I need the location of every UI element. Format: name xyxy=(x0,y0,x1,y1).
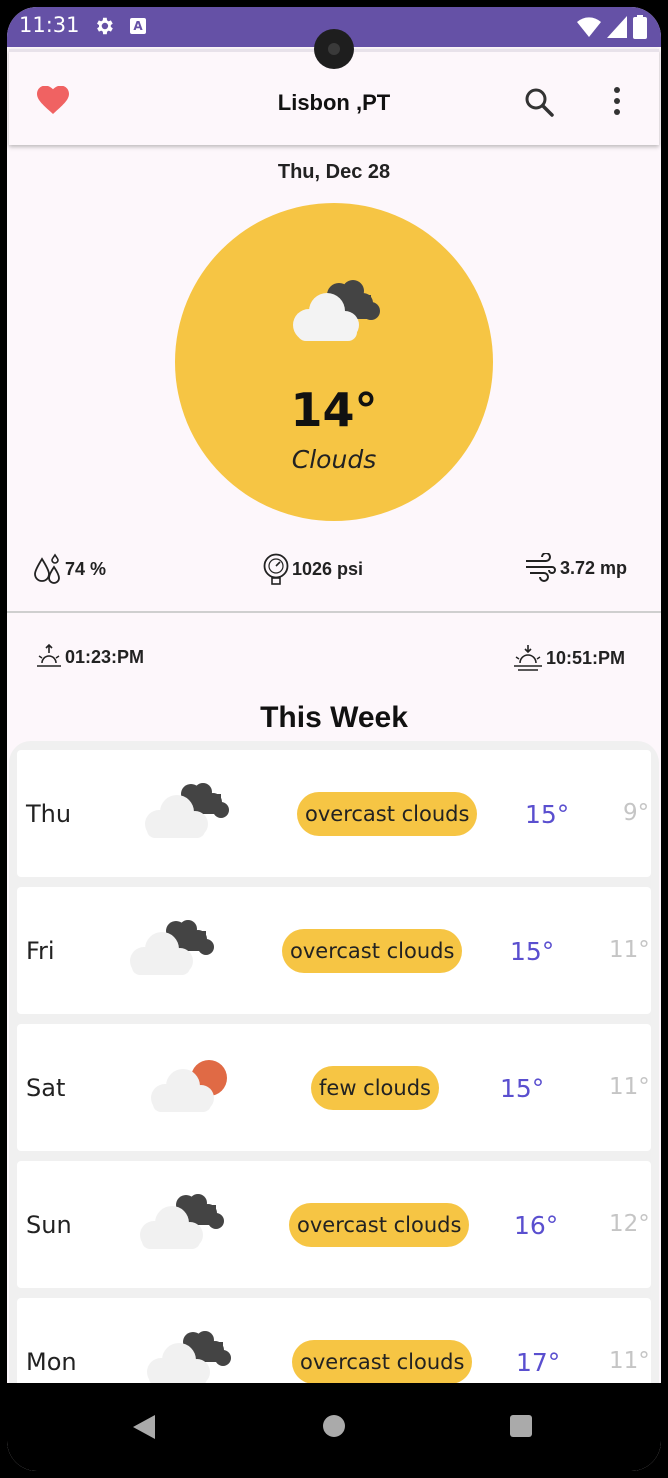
day-name: Sat xyxy=(26,1074,66,1102)
sunset-row: 10:51:PM xyxy=(512,643,625,673)
humidity-drops-icon xyxy=(34,553,60,584)
day-name: Thu xyxy=(26,800,72,828)
status-indicators xyxy=(577,15,647,39)
day-min-temp: 11° xyxy=(609,937,650,963)
overcast-clouds-icon xyxy=(293,280,380,341)
current-temperature: 14° xyxy=(290,383,378,437)
week-title: This Week xyxy=(260,701,408,734)
few-clouds-icon xyxy=(151,1060,227,1112)
overcast-clouds-icon xyxy=(145,783,229,838)
recents-square-icon[interactable] xyxy=(510,1415,532,1437)
accessibility-a-icon: A xyxy=(130,18,146,34)
overcast-clouds-icon xyxy=(140,1194,224,1249)
city-title: Lisbon ,PT xyxy=(277,90,391,115)
wind-value: 3.72 mp xyxy=(560,557,628,578)
more-vert-icon[interactable] xyxy=(609,86,625,116)
system-nav-bar xyxy=(7,1383,661,1471)
day-description-pill: overcast clouds xyxy=(292,1340,473,1384)
day-name: Sun xyxy=(26,1211,72,1239)
back-triangle-icon[interactable] xyxy=(131,1413,157,1441)
day-max-temp: 15° xyxy=(525,800,570,829)
pressure-value: 1026 psi xyxy=(292,558,364,579)
pressure-gauge-icon xyxy=(263,553,289,585)
wifi-icon xyxy=(577,17,601,37)
day-description-pill: overcast clouds xyxy=(289,1203,470,1247)
pressure-stat: 1026 psi xyxy=(262,553,363,585)
day-max-temp: 16° xyxy=(514,1211,559,1240)
wind-icon xyxy=(526,553,556,582)
current-date: Thu, Dec 28 xyxy=(277,161,391,183)
day-name: Mon xyxy=(26,1348,77,1376)
camera-cutout xyxy=(314,29,354,69)
sunset-time: 10:51:PM xyxy=(546,647,626,668)
sunrise-time: 01:23:PM xyxy=(65,646,145,667)
cell-signal-icon xyxy=(607,16,627,38)
forecast-day-card[interactable]: Fri overcast clouds 15° 11° xyxy=(17,887,651,1014)
humidity-stat: 74 % xyxy=(33,553,106,585)
forecast-day-card[interactable]: Sun overcast clouds 16° 12° xyxy=(17,1161,651,1288)
week-forecast-list[interactable]: Thu overcast clouds 15° 9° Fri overcast … xyxy=(9,741,659,1401)
forecast-day-card[interactable]: Sat few clouds 15° 11° xyxy=(17,1024,651,1151)
day-name: Fri xyxy=(26,937,55,965)
day-max-temp: 15° xyxy=(500,1074,545,1103)
sunrise-row: 01:23:PM xyxy=(35,643,144,671)
screen: 11:31 A Lisbon ,PT Thu, Dec 28 14° Cloud… xyxy=(7,7,661,1471)
status-time: 11:31 xyxy=(19,13,80,37)
current-description: Clouds xyxy=(291,445,377,474)
battery-icon xyxy=(633,15,647,39)
day-min-temp: 9° xyxy=(623,800,650,826)
day-max-temp: 17° xyxy=(516,1348,561,1377)
search-icon[interactable] xyxy=(524,87,554,117)
sunset-icon xyxy=(514,645,542,671)
day-description-pill: overcast clouds xyxy=(282,929,463,973)
day-description-pill: overcast clouds xyxy=(297,792,478,836)
day-description-pill: few clouds xyxy=(311,1066,439,1110)
wind-stat: 3.72 mp xyxy=(524,553,627,583)
device-frame: 11:31 A Lisbon ,PT Thu, Dec 28 14° Cloud… xyxy=(0,0,668,1478)
divider xyxy=(7,611,661,613)
day-max-temp: 15° xyxy=(510,937,555,966)
home-circle-icon[interactable] xyxy=(323,1415,345,1437)
overcast-clouds-icon xyxy=(130,920,214,975)
day-min-temp: 11° xyxy=(609,1074,650,1100)
humidity-value: 74 % xyxy=(65,558,107,579)
forecast-day-card[interactable]: Thu overcast clouds 15° 9° xyxy=(17,750,651,877)
sunrise-icon xyxy=(37,643,61,667)
day-min-temp: 12° xyxy=(609,1211,650,1237)
settings-gear-icon xyxy=(97,17,113,35)
day-min-temp: 11° xyxy=(609,1348,650,1374)
current-weather-circle: 14° Clouds xyxy=(175,203,493,521)
